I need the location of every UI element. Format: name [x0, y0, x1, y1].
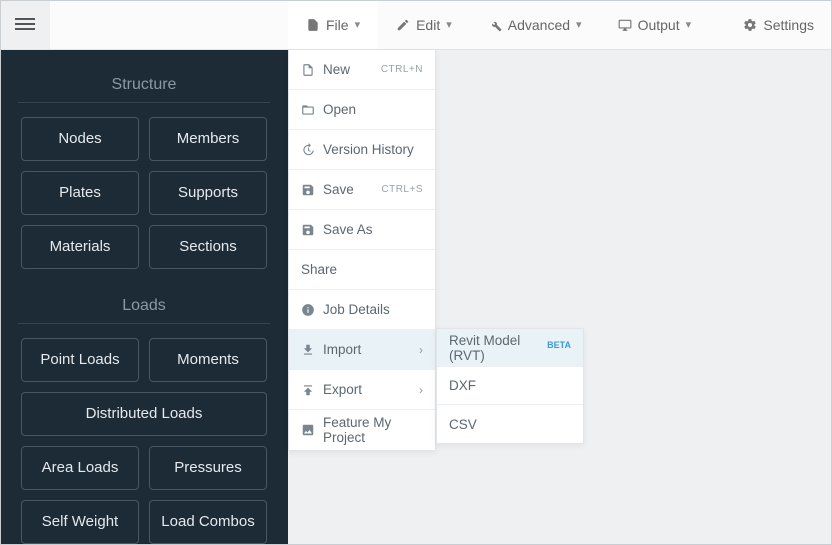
top-menu-items: File ▾ Edit ▾ Advanced ▾ Output ▾ Settin…: [288, 0, 832, 49]
save-icon: [301, 183, 315, 197]
top-menu-bar: File ▾ Edit ▾ Advanced ▾ Output ▾ Settin…: [0, 0, 832, 50]
file-menu-feature-my-project[interactable]: Feature My Project: [289, 410, 435, 450]
file-dropdown: New CTRL+N Open Version History Save CTR…: [288, 50, 436, 451]
import-icon: [301, 343, 315, 357]
menu-advanced[interactable]: Advanced ▾: [470, 0, 600, 49]
info-icon: [301, 303, 315, 317]
menu-file-label: File: [326, 17, 349, 33]
gear-icon: [743, 18, 757, 32]
monitor-icon: [618, 18, 632, 32]
import-submenu: Revit Model (RVT) BETA DXF CSV: [436, 328, 584, 444]
file-menu-open[interactable]: Open: [289, 90, 435, 130]
structure-buttons: Nodes Members Plates Supports Materials …: [18, 117, 270, 269]
topbar-spacer: [50, 0, 288, 49]
import-dxf[interactable]: DXF: [437, 367, 583, 405]
nodes-button[interactable]: Nodes: [21, 117, 139, 161]
export-icon: [301, 383, 315, 397]
file-menu-save-as[interactable]: Save As: [289, 210, 435, 250]
file-menu-share[interactable]: Share: [289, 250, 435, 290]
hamburger-menu-button[interactable]: [15, 15, 35, 33]
menu-output[interactable]: Output ▾: [600, 0, 710, 49]
point-loads-button[interactable]: Point Loads: [21, 338, 139, 382]
file-outline-icon: [301, 63, 315, 77]
members-button[interactable]: Members: [149, 117, 267, 161]
file-menu-job-details[interactable]: Job Details: [289, 290, 435, 330]
menu-settings[interactable]: Settings: [725, 0, 832, 49]
section-title-structure: Structure: [18, 66, 270, 103]
menu-output-label: Output: [638, 17, 680, 33]
self-weight-button[interactable]: Self Weight: [21, 500, 139, 544]
menu-edit[interactable]: Edit ▾: [378, 0, 470, 49]
import-csv[interactable]: CSV: [437, 405, 583, 443]
pressures-button[interactable]: Pressures: [149, 446, 267, 490]
file-menu-import[interactable]: Import ›: [289, 330, 435, 370]
file-menu-export[interactable]: Export ›: [289, 370, 435, 410]
shortcut-label: CTRL+N: [381, 64, 423, 75]
area-loads-button[interactable]: Area Loads: [21, 446, 139, 490]
wrench-icon: [488, 18, 502, 32]
chevron-down-icon: ▾: [446, 18, 452, 31]
chevron-down-icon: ▾: [576, 18, 582, 31]
menu-file[interactable]: File ▾: [288, 0, 378, 49]
section-title-loads: Loads: [18, 287, 270, 324]
image-icon: [301, 423, 315, 437]
menu-edit-label: Edit: [416, 17, 440, 33]
file-menu-save[interactable]: Save CTRL+S: [289, 170, 435, 210]
materials-button[interactable]: Materials: [21, 225, 139, 269]
plates-button[interactable]: Plates: [21, 171, 139, 215]
chevron-down-icon: ▾: [355, 18, 361, 31]
history-icon: [301, 143, 315, 157]
file-menu-new[interactable]: New CTRL+N: [289, 50, 435, 90]
hamburger-wrap: [0, 0, 50, 49]
load-combos-button[interactable]: Load Combos: [149, 500, 267, 544]
sections-button[interactable]: Sections: [149, 225, 267, 269]
loads-buttons: Point Loads Moments Distributed Loads Ar…: [18, 338, 270, 544]
sidebar: Structure Nodes Members Plates Supports …: [0, 50, 288, 545]
beta-badge: BETA: [547, 340, 571, 350]
file-icon: [306, 18, 320, 32]
chevron-right-icon: ›: [419, 343, 423, 357]
menu-advanced-label: Advanced: [508, 17, 570, 33]
save-as-icon: [301, 223, 315, 237]
supports-button[interactable]: Supports: [149, 171, 267, 215]
chevron-down-icon: ▾: [686, 18, 692, 31]
import-revit[interactable]: Revit Model (RVT) BETA: [437, 329, 583, 367]
menu-settings-label: Settings: [763, 17, 814, 33]
folder-open-icon: [301, 103, 315, 117]
pencil-icon: [396, 18, 410, 32]
moments-button[interactable]: Moments: [149, 338, 267, 382]
file-menu-version-history[interactable]: Version History: [289, 130, 435, 170]
distributed-loads-button[interactable]: Distributed Loads: [21, 392, 267, 436]
chevron-right-icon: ›: [419, 383, 423, 397]
shortcut-label: CTRL+S: [381, 184, 423, 195]
